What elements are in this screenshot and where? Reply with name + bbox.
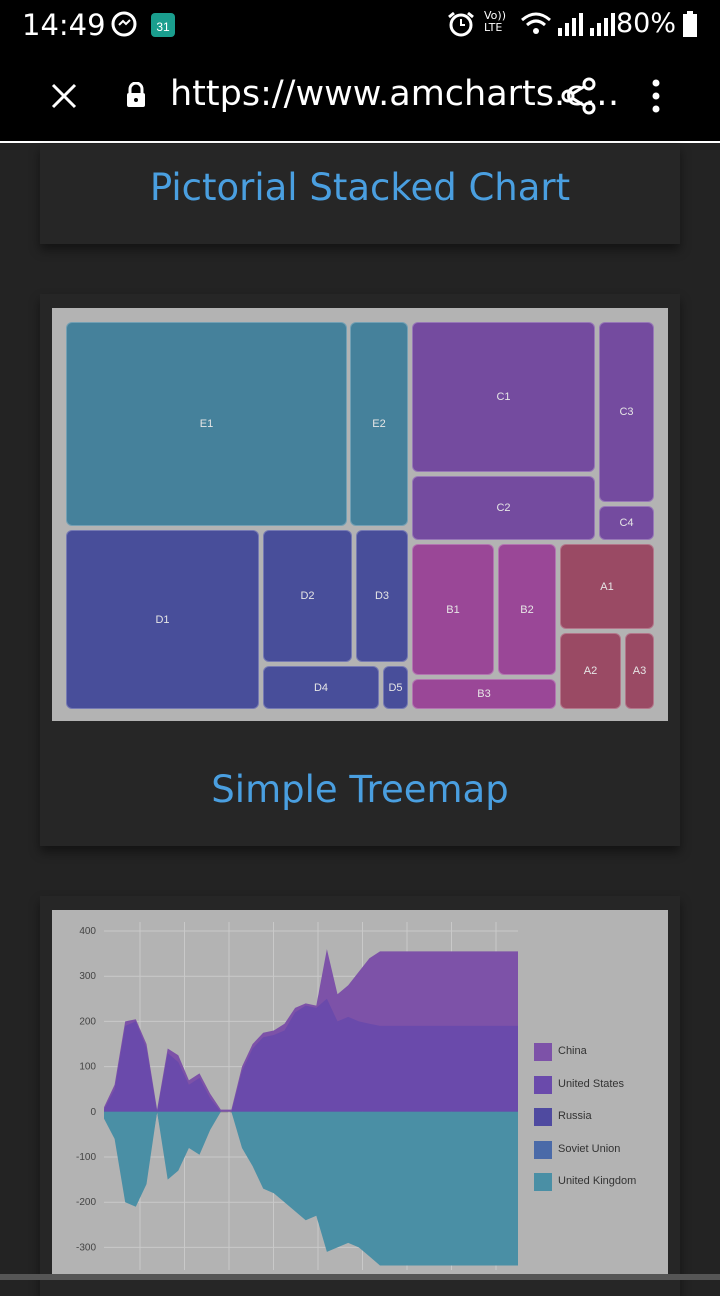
battery-icon: [682, 11, 698, 42]
legend-label: China: [558, 1045, 587, 1057]
stream-chart-svg: 400 300 200 100 0 -100 -200 -300: [76, 922, 518, 1270]
treemap-tile-b3: B3: [412, 679, 556, 709]
chart-card-pictorial[interactable]: Pictorial Stacked Chart: [40, 144, 680, 244]
treemap-tile-c4: C4: [599, 506, 654, 540]
treemap-tile-a2: A2: [560, 633, 621, 709]
legend-swatch: [534, 1108, 552, 1126]
card-title-treemap[interactable]: Simple Treemap: [40, 768, 680, 811]
treemap-tile-c3: C3: [599, 322, 654, 502]
lock-icon: [126, 81, 146, 113]
treemap-tile-d2: D2: [263, 530, 352, 662]
signal-icon-1: [556, 10, 584, 43]
legend-swatch: [534, 1075, 552, 1094]
treemap-tile-a1: A1: [560, 544, 654, 629]
y-tick-label: -300: [76, 1242, 96, 1253]
legend-swatch: [534, 1043, 552, 1061]
treemap-tile-d5: D5: [383, 666, 408, 709]
series-area-united-kingdom: [104, 1111, 518, 1266]
legend-swatch: [534, 1173, 552, 1191]
y-tick-label: 200: [79, 1016, 96, 1027]
y-tick-label: 300: [79, 971, 96, 982]
treemap-tile-c2: C2: [412, 476, 595, 540]
legend-label: United Kingdom: [558, 1175, 637, 1187]
treemap-tile-c1: C1: [412, 322, 595, 472]
legend-label: Russia: [558, 1110, 592, 1122]
messenger-icon: [110, 10, 138, 43]
close-icon[interactable]: [50, 82, 78, 115]
legend-swatch: [534, 1140, 552, 1159]
alarm-icon: [446, 10, 476, 43]
calendar-icon: 31: [150, 10, 176, 43]
calendar-day: 31: [156, 20, 170, 34]
treemap-tile-d4: D4: [263, 666, 379, 709]
y-tick-label: 100: [79, 1062, 96, 1073]
treemap-tile-e2: E2: [350, 322, 408, 526]
status-time: 14:49: [22, 8, 106, 42]
wifi-icon: [520, 10, 552, 43]
treemap-tile-b2: B2: [498, 544, 556, 675]
y-tick-label: 400: [79, 926, 96, 937]
y-tick-label: -100: [76, 1152, 96, 1163]
share-icon[interactable]: [560, 76, 598, 121]
legend-label: United States: [558, 1077, 625, 1090]
treemap-tile-d1: D1: [66, 530, 259, 709]
signal-icon-2: [588, 10, 616, 43]
scroll-indicator: [0, 1274, 720, 1280]
stream-chart-thumbnail[interactable]: 400 300 200 100 0 -100 -200 -300 China United St…: [52, 910, 668, 1274]
browser-toolbar: https://www.amcharts.c…: [0, 48, 720, 143]
status-bar: 14:49 31 Vo)) LTE 80%: [0, 0, 720, 48]
legend-label: Soviet Union: [558, 1142, 621, 1155]
treemap-thumbnail[interactable]: E1 E2 C1 C2 C3 C4 D1 D2 D3 D4 D5 B1 B2 B3 A1 A2 A3: [52, 308, 668, 721]
treemap-tile-e1: E1: [66, 322, 347, 526]
treemap-tile-a3: A3: [625, 633, 654, 709]
more-options-icon[interactable]: [650, 78, 662, 119]
treemap-tile-d3: D3: [356, 530, 408, 662]
treemap-tile-b1: B1: [412, 544, 494, 675]
volte-indicator: Vo)) LTE: [484, 9, 506, 34]
y-tick-label: 0: [90, 1107, 96, 1118]
y-tick-label: -200: [76, 1197, 96, 1208]
battery-percentage: 80%: [615, 8, 676, 39]
url-text[interactable]: https://www.amcharts.c…: [170, 74, 619, 114]
card-title-pictorial[interactable]: Pictorial Stacked Chart: [40, 166, 680, 209]
